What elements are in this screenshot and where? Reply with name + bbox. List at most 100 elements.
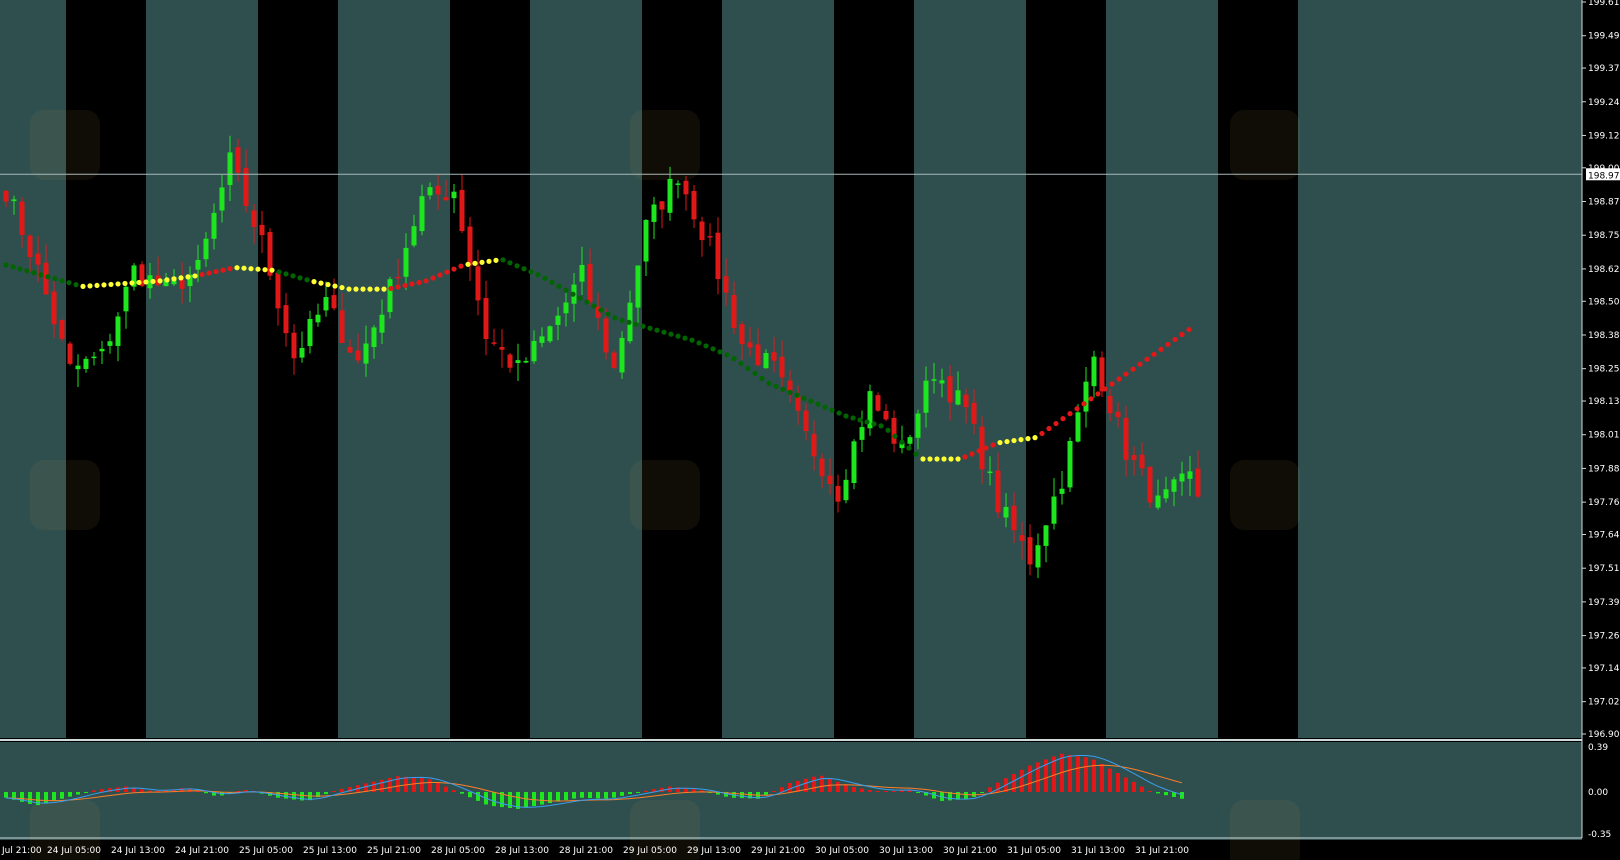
candle-body	[995, 470, 1001, 513]
candle-body	[803, 410, 809, 432]
time-tick-label: 31 Jul 13:00	[1071, 846, 1125, 856]
chart-root: 196.900 197.020 197.145 197.265 197.390 197.5…	[0, 0, 1620, 860]
candle-body	[715, 232, 721, 280]
ma-dot	[199, 271, 205, 278]
price-tick-label: 199.120	[1588, 131, 1620, 141]
candle-body	[419, 196, 425, 232]
candle-body	[115, 316, 121, 346]
ma-dot	[773, 383, 779, 389]
ma-dot	[59, 278, 65, 284]
oscillator-bar	[204, 792, 208, 794]
candle-body	[971, 402, 977, 424]
ma-dot	[703, 343, 709, 349]
ma-dot	[1032, 435, 1038, 441]
ma-dot	[479, 259, 485, 265]
ma-dot	[934, 456, 940, 462]
ma-dot	[535, 272, 541, 278]
candle-body	[1051, 496, 1057, 524]
oscillator-bar	[436, 782, 440, 792]
ma-dot	[52, 276, 58, 282]
candle-body	[963, 394, 969, 408]
ma-dot	[542, 275, 548, 281]
candle-body	[723, 276, 729, 293]
oscillator-tick-label: -0.35	[1588, 830, 1611, 840]
oscillator-bar	[1148, 790, 1152, 792]
ma-dot	[1088, 396, 1094, 402]
candle-body	[291, 332, 297, 359]
candle-body	[731, 294, 737, 329]
candle-body	[339, 310, 345, 343]
candle-body	[1171, 479, 1177, 492]
candle-body	[299, 348, 305, 358]
ma-dot	[710, 346, 716, 352]
oscillator-bar	[76, 792, 80, 795]
oscillator-bar	[860, 788, 864, 792]
candle-body	[835, 485, 841, 502]
candle-body	[67, 343, 73, 364]
ma-dot	[822, 404, 828, 410]
ma-dot	[465, 261, 471, 267]
candle-body	[195, 259, 201, 270]
ma-dot	[381, 286, 387, 292]
ma-dot	[976, 448, 982, 454]
ma-dot	[248, 266, 254, 272]
candle-body	[1083, 381, 1089, 412]
ma-dot	[857, 417, 863, 423]
candle-body	[771, 352, 777, 361]
ma-dot	[675, 333, 681, 339]
ma-dot	[892, 433, 898, 439]
ma-dot	[661, 329, 667, 335]
oscillator-bar	[292, 792, 296, 800]
candle-body	[435, 185, 441, 195]
ma-dot	[108, 281, 114, 288]
candle-body	[915, 413, 921, 438]
ma-dot	[549, 279, 555, 285]
ma-dot	[129, 280, 135, 286]
ma-dot	[591, 303, 597, 309]
ma-dot	[864, 419, 870, 425]
ma-dot	[605, 311, 611, 317]
ma-dot	[339, 284, 345, 291]
ma-dot	[927, 456, 933, 462]
ma-dot	[878, 423, 884, 429]
ma-dot	[178, 275, 184, 281]
ma-dot	[689, 337, 695, 343]
ma-dot	[626, 319, 632, 325]
ma-dot	[374, 286, 380, 292]
candle-body	[1187, 471, 1193, 479]
oscillator-bar	[140, 789, 144, 792]
candle-body	[1115, 411, 1121, 418]
ma-dot	[87, 283, 93, 289]
ma-dot	[787, 389, 793, 395]
oscillator-bar	[324, 792, 328, 795]
candle-body	[507, 354, 513, 368]
session-bands	[0, 0, 1582, 840]
ma-dot	[276, 269, 282, 275]
candle-body	[283, 305, 289, 334]
ma-dot	[612, 315, 618, 321]
ma-dot	[220, 267, 226, 273]
ma-dot	[402, 282, 408, 289]
ma-dot	[598, 307, 604, 313]
oscillator-bar	[524, 792, 528, 808]
ma-dot	[185, 274, 191, 280]
ma-dot	[640, 323, 646, 329]
ma-dot	[486, 258, 492, 264]
oscillator-bar	[684, 788, 688, 792]
ma-dot	[1046, 425, 1052, 432]
ma-dot	[213, 268, 219, 275]
time-tick-label: 30 Jul 13:00	[879, 846, 933, 856]
ma-dot	[1179, 331, 1185, 338]
oscillator-bar	[444, 786, 448, 792]
ma-dot	[164, 277, 170, 283]
ma-dot	[409, 281, 415, 287]
oscillator-bar	[1036, 762, 1040, 792]
oscillator-bar	[1092, 759, 1096, 792]
ma-dot	[815, 401, 821, 407]
ma-dot	[500, 257, 506, 263]
time-tick-label: 31 Jul 21:00	[1135, 846, 1189, 856]
ma-dot	[647, 325, 653, 331]
ma-dot	[171, 276, 177, 282]
ma-dot	[17, 266, 23, 272]
oscillator-bar	[996, 782, 1000, 792]
